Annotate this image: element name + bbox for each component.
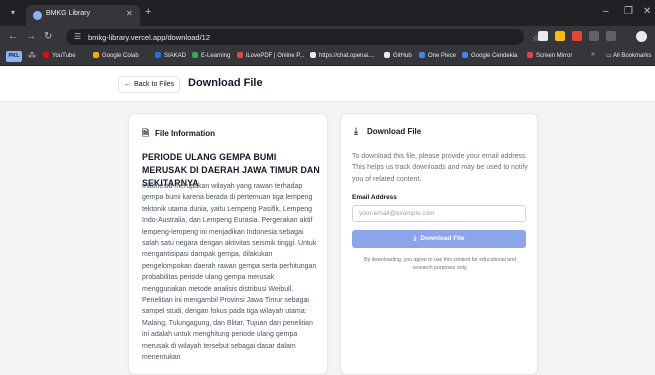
download-file-card: ⤓ Download File To download this file, pl… xyxy=(340,113,538,375)
email-label: Email Address xyxy=(352,194,397,201)
extension-icon[interactable] xyxy=(538,31,548,41)
tab-favicon-icon xyxy=(33,11,42,20)
all-bookmarks-button[interactable]: ▭ All Bookmarks xyxy=(606,52,651,59)
browser-tab-bar: ▾ BMKG Library ✕ + – ❐ ✕ xyxy=(0,0,655,26)
profile-badge[interactable]: PKL xyxy=(6,51,22,62)
bookmarks-overflow-icon[interactable]: » xyxy=(591,51,595,58)
tab-search-icon[interactable]: ▾ xyxy=(6,7,20,19)
bookmark-item[interactable]: Google Colab xyxy=(93,52,139,59)
profile-avatar[interactable] xyxy=(636,31,647,42)
bookmarks-bar: PKL ⁂ YouTube Google Colab SIAKAD E-Lear… xyxy=(0,48,655,66)
bookmark-favicon-icon xyxy=(527,52,533,58)
bookmark-item[interactable]: YouTube xyxy=(43,52,76,59)
bookmark-item[interactable]: SIAKAD xyxy=(155,52,186,59)
arrow-left-icon: ← xyxy=(124,81,131,88)
apps-grid-icon[interactable]: ⁂ xyxy=(28,51,36,60)
new-tab-icon[interactable]: + xyxy=(145,6,151,18)
browser-tab[interactable]: BMKG Library ✕ xyxy=(26,5,140,26)
address-bar[interactable]: ☰ bmkg-library.vercel.app/download/12 ☆ xyxy=(66,29,540,45)
download-description: To download this file, please provide yo… xyxy=(352,153,528,183)
site-info-icon[interactable]: ☰ xyxy=(74,32,81,41)
bookmark-item[interactable]: E-Learning xyxy=(192,52,230,59)
bookmark-item[interactable]: One Piece xyxy=(419,52,456,59)
file-information-heading: 🗎 File Information xyxy=(142,126,215,142)
page-title: Download File xyxy=(188,77,263,89)
bookmark-item[interactable]: Screen Mirror xyxy=(527,52,572,59)
bookmark-favicon-icon xyxy=(462,52,468,58)
download-icon: ⤓ xyxy=(413,235,417,242)
bookmark-favicon-icon xyxy=(192,52,198,58)
bookmark-item[interactable]: iLovePDF | Online P... xyxy=(237,52,304,59)
extension-icon[interactable] xyxy=(572,31,582,41)
bookmark-favicon-icon xyxy=(43,52,49,58)
file-text-icon: 🗎 xyxy=(142,128,150,138)
reload-icon[interactable]: ↻ xyxy=(44,31,52,42)
email-input[interactable] xyxy=(352,205,526,222)
download-button-label: Download File xyxy=(420,235,465,242)
close-window-icon[interactable]: ✕ xyxy=(643,6,651,17)
download-icon: ⤓ xyxy=(354,126,358,136)
bookmark-favicon-icon xyxy=(384,52,390,58)
extension-icon[interactable] xyxy=(555,31,565,41)
tab-close-icon[interactable]: ✕ xyxy=(126,9,133,18)
forward-arrow-icon[interactable]: → xyxy=(26,31,36,42)
bookmark-favicon-icon xyxy=(310,52,316,58)
bookmark-item[interactable]: GitHub xyxy=(384,52,412,59)
download-file-heading: ⤓ Download File xyxy=(354,126,422,136)
back-button-label: Back to Files xyxy=(134,81,175,88)
browser-toolbar: ← → ↻ ☰ bmkg-library.vercel.app/download… xyxy=(0,26,655,48)
bookmark-item[interactable]: https://chat.openai.... xyxy=(310,52,375,59)
minimize-icon[interactable]: – xyxy=(603,6,609,17)
bookmark-item[interactable]: Google Cendekia xyxy=(462,52,517,59)
extensions-puzzle-icon[interactable] xyxy=(589,31,599,41)
folder-icon: ▭ xyxy=(606,53,614,59)
back-arrow-icon[interactable]: ← xyxy=(8,31,18,42)
bookmark-favicon-icon xyxy=(93,52,99,58)
maximize-icon[interactable]: ❐ xyxy=(624,6,633,17)
paper-abstract: Indonesia merupakan wilayah yang rawan t… xyxy=(142,183,317,362)
page-header: ← Back to Files Download File xyxy=(0,66,655,102)
downloads-icon[interactable] xyxy=(606,31,616,41)
bookmark-favicon-icon xyxy=(419,52,425,58)
download-terms-note: By downloading, you agree to use this co… xyxy=(364,257,516,271)
download-file-button[interactable]: ⤓ Download File xyxy=(352,230,526,248)
url-text: bmkg-library.vercel.app/download/12 xyxy=(88,33,211,42)
back-to-files-button[interactable]: ← Back to Files xyxy=(118,76,181,93)
bookmark-favicon-icon xyxy=(237,52,243,58)
tab-title: BMKG Library xyxy=(46,10,90,17)
file-information-card: 🗎 File Information PERIODE ULANG GEMPA BU… xyxy=(128,113,328,375)
bookmark-favicon-icon xyxy=(155,52,161,58)
